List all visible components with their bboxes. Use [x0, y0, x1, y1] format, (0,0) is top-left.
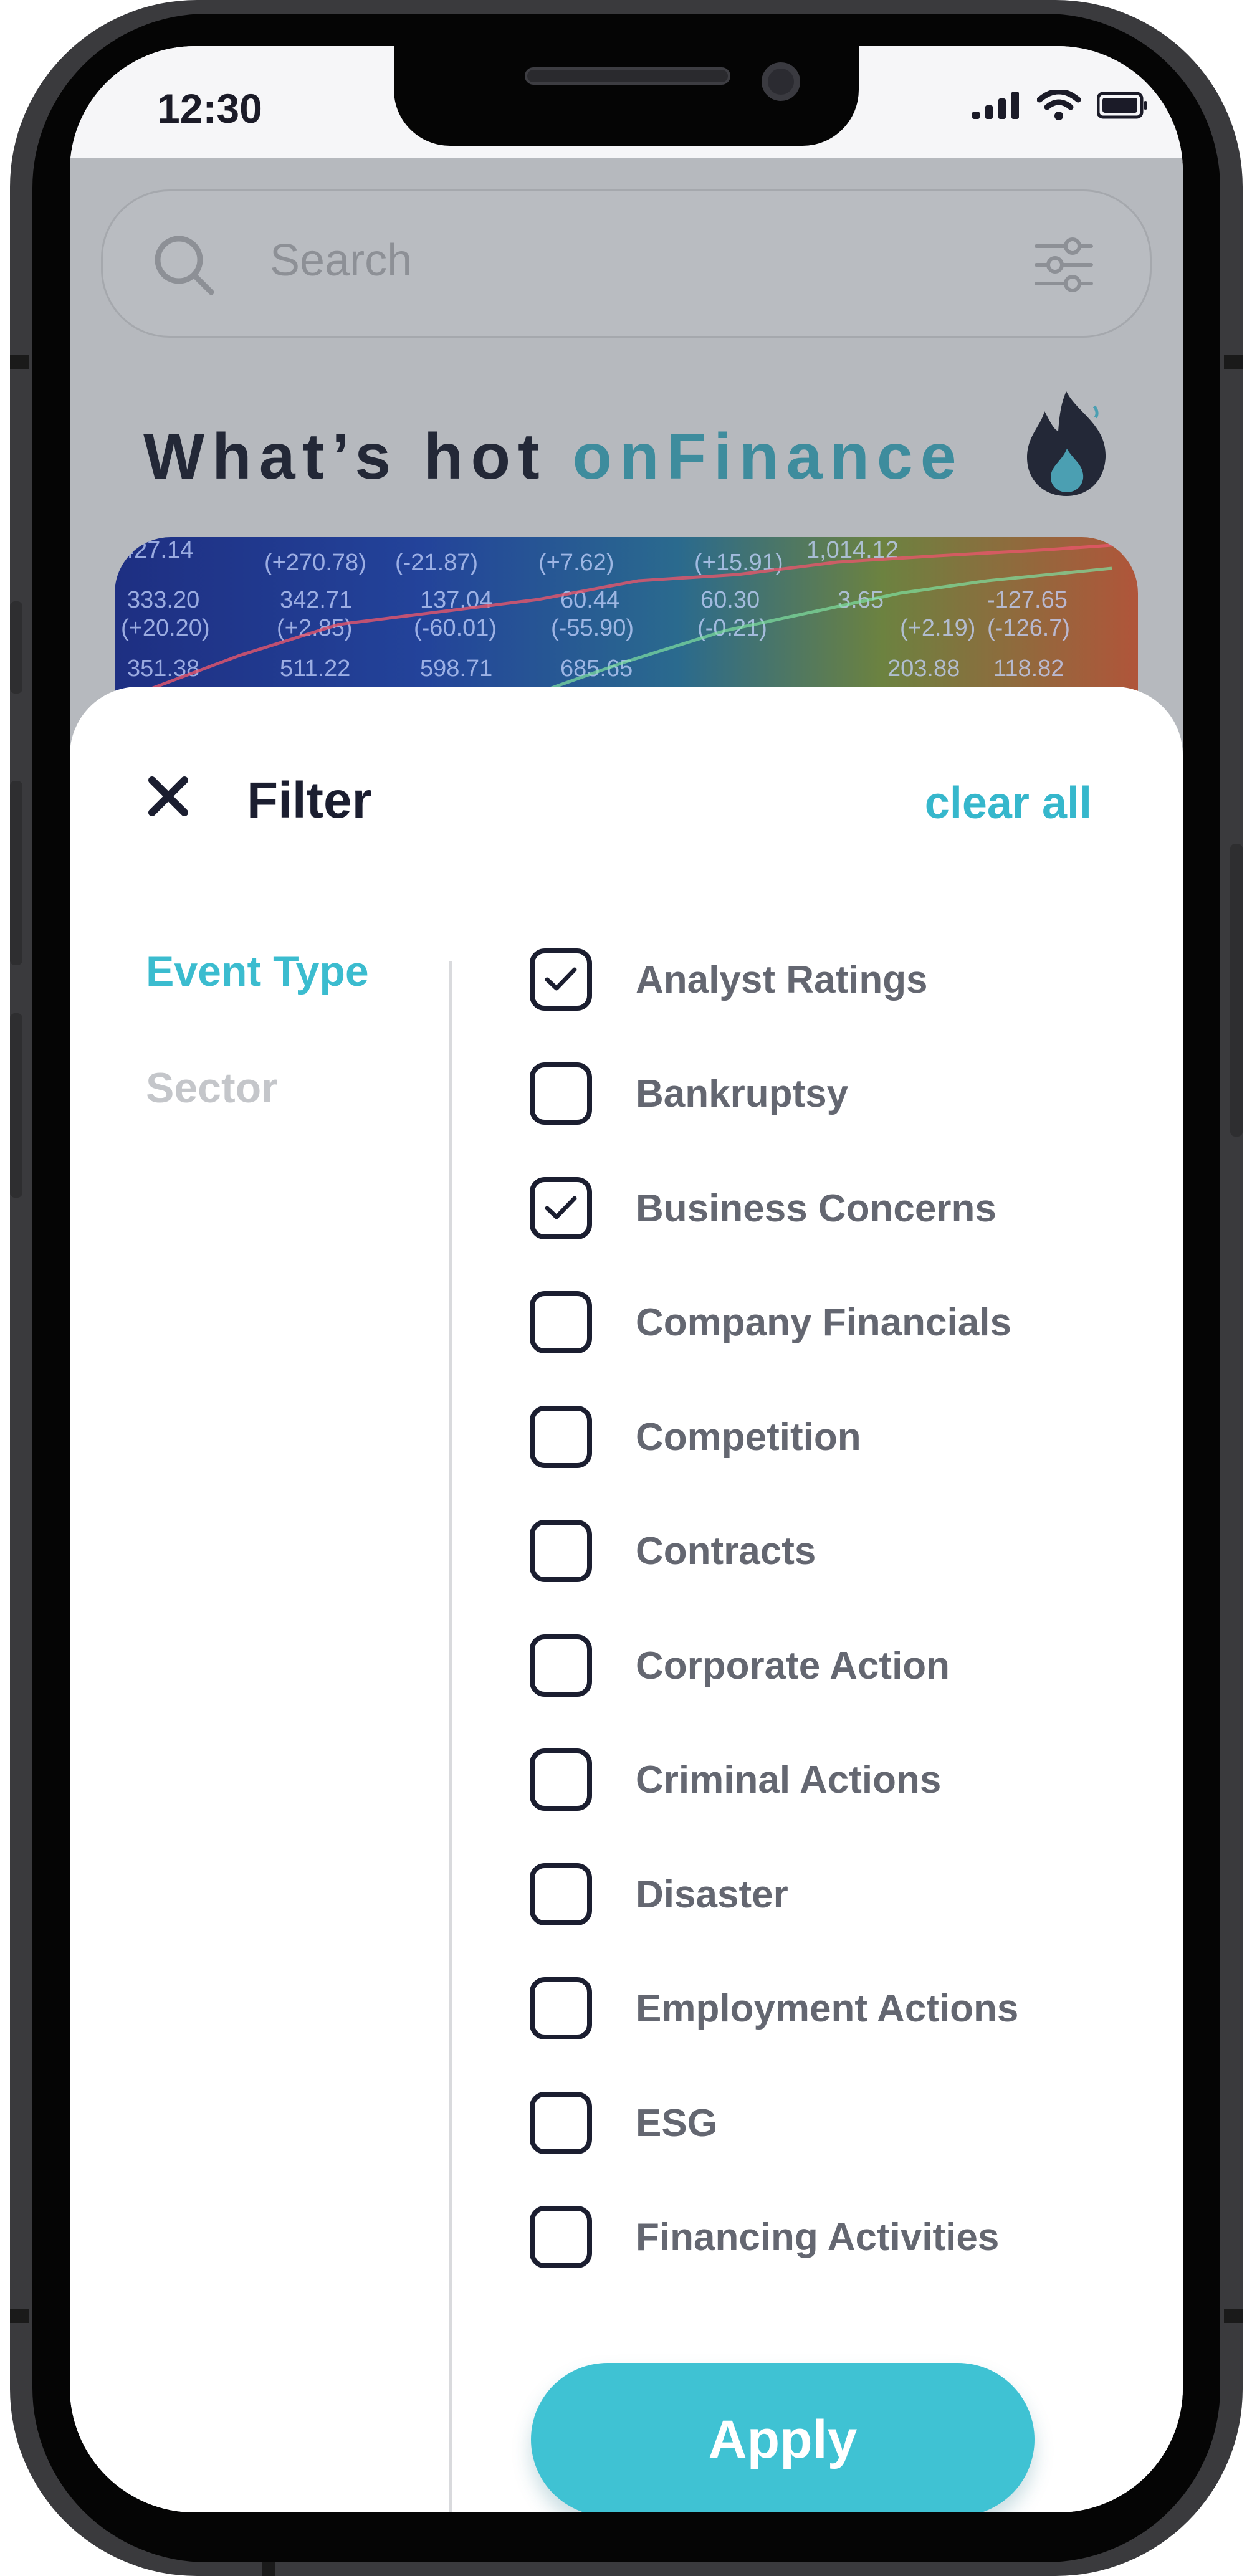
whats-hot-heading: What’s hot onFinance	[143, 420, 964, 494]
option-bankruptsy[interactable]: Bankruptsy	[530, 1061, 848, 1126]
antenna-band	[10, 2309, 29, 2323]
volume-up-button	[10, 781, 22, 965]
checkmark-icon	[545, 967, 577, 991]
option-label: Financing Activities	[636, 2215, 1000, 2259]
fire-icon	[1027, 391, 1106, 496]
power-button	[1230, 844, 1243, 1137]
category-divider	[449, 961, 452, 2512]
whats-hot-prefix: What’s hot	[143, 421, 573, 493]
search-bar[interactable]: Search	[101, 189, 1152, 338]
status-icons	[972, 90, 1148, 121]
option-financing-activities[interactable]: Financing Activities	[530, 2205, 999, 2269]
option-esg[interactable]: ESG	[530, 2091, 717, 2155]
whats-hot-brand: onFinance	[572, 421, 964, 493]
antenna-band	[10, 355, 29, 369]
wifi-icon	[1037, 90, 1081, 120]
option-employment-actions[interactable]: Employment Actions	[530, 1976, 1018, 2041]
checkbox-unchecked[interactable]	[530, 1520, 592, 1582]
option-label: Business Concerns	[636, 1186, 996, 1230]
category-sector[interactable]: Sector	[146, 1064, 278, 1112]
checkbox-unchecked[interactable]	[530, 1406, 592, 1468]
checkbox-unchecked[interactable]	[530, 1863, 592, 1925]
option-label: Contracts	[636, 1529, 816, 1573]
option-corporate-action[interactable]: Corporate Action	[530, 1633, 950, 1698]
checkbox-unchecked[interactable]	[530, 2092, 592, 2154]
status-bar: 12:30	[70, 46, 1183, 158]
search-icon	[155, 236, 214, 295]
checkbox-unchecked[interactable]	[530, 1291, 592, 1353]
checkbox-unchecked[interactable]	[530, 1748, 592, 1811]
option-label: Bankruptsy	[636, 1072, 849, 1115]
notch	[394, 46, 859, 146]
option-label: Disaster	[636, 1872, 788, 1916]
option-competition[interactable]: Competition	[530, 1405, 861, 1469]
checkbox-checked[interactable]	[530, 1177, 592, 1239]
checkmark-icon	[545, 1196, 577, 1219]
filter-sheet: Filter clear all Event Type Sector Analy…	[70, 687, 1183, 2512]
speaker	[525, 67, 730, 85]
option-label: ESG	[636, 2101, 717, 2145]
checkbox-unchecked[interactable]	[530, 1062, 592, 1125]
close-icon[interactable]	[146, 774, 191, 819]
apply-button[interactable]: Apply	[531, 2363, 1035, 2512]
checkbox-unchecked[interactable]	[530, 1634, 592, 1697]
category-event-type[interactable]: Event Type	[146, 947, 369, 996]
option-label: Competition	[636, 1415, 861, 1459]
status-time: 12:30	[157, 85, 262, 131]
option-criminal-actions[interactable]: Criminal Actions	[530, 1747, 941, 1812]
checkbox-unchecked[interactable]	[530, 2206, 592, 2268]
checkbox-unchecked[interactable]	[530, 1977, 592, 2039]
checkbox-checked[interactable]	[530, 948, 592, 1011]
option-label: Criminal Actions	[636, 1758, 942, 1801]
option-business-concerns[interactable]: Business Concerns	[530, 1176, 996, 1241]
option-label: Analyst Ratings	[636, 958, 928, 1001]
option-label: Company Financials	[636, 1300, 1011, 1344]
screen: 12:30 Search What’s hot onFinance 427.14…	[70, 46, 1183, 2512]
volume-down-button	[10, 1013, 22, 1198]
filter-title: Filter	[247, 772, 372, 829]
search-placeholder: Search	[270, 236, 413, 285]
cellular-signal-icon	[972, 92, 1019, 119]
sliders-icon[interactable]	[1034, 234, 1094, 296]
option-company-financials[interactable]: Company Financials	[530, 1290, 1011, 1355]
front-camera	[762, 62, 800, 101]
option-contracts[interactable]: Contracts	[530, 1519, 816, 1583]
antenna-band	[1224, 2309, 1243, 2323]
option-label: Employment Actions	[636, 1987, 1019, 2030]
mute-switch	[10, 601, 22, 694]
battery-icon	[1097, 92, 1147, 119]
option-label: Corporate Action	[636, 1644, 950, 1687]
option-disaster[interactable]: Disaster	[530, 1862, 788, 1927]
antenna-band	[1224, 355, 1243, 369]
clear-all-button[interactable]: clear all	[925, 778, 1092, 829]
option-analyst-ratings[interactable]: Analyst Ratings	[530, 947, 928, 1012]
